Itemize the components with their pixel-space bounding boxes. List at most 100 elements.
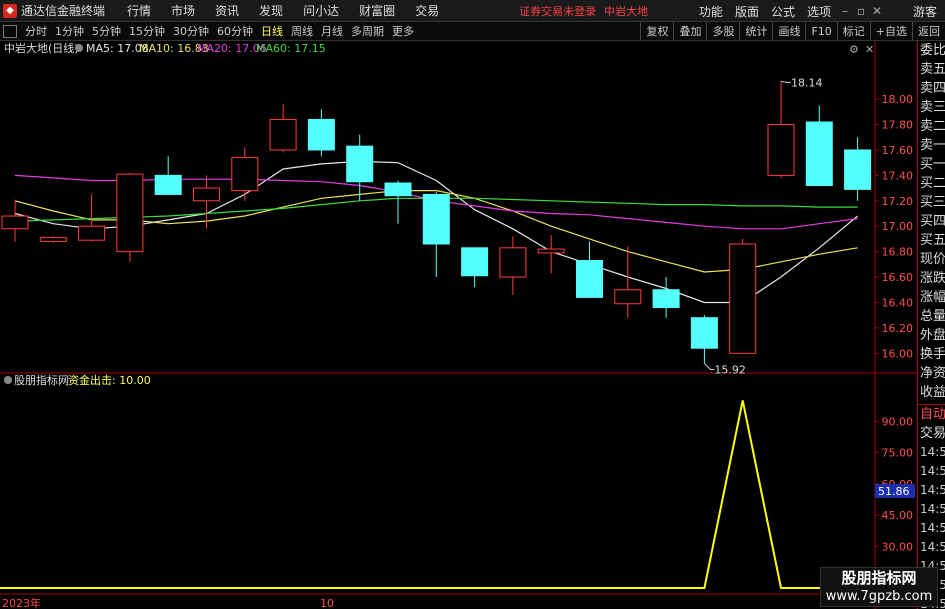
right-menu-item[interactable]: 公式: [765, 3, 801, 20]
candle-up: [116, 173, 144, 253]
annotation-label: 15.92: [714, 363, 746, 376]
right-menu-item[interactable]: 功能: [693, 3, 729, 20]
price-tick-label: 17.00: [882, 220, 914, 233]
price-axis: 16.00 16.20 16.40 16.60 16.80 17.00 17.20 17.40…: [875, 93, 913, 360]
toolbar-button[interactable]: 画线: [772, 22, 805, 41]
price-tick-label: 16.40: [882, 296, 914, 309]
menu-item[interactable]: 资讯: [205, 0, 249, 22]
sub-dropdown-icon[interactable]: [4, 376, 12, 384]
candle-down: [805, 121, 833, 187]
quote-item-label: 净资: [920, 366, 945, 381]
period-tab[interactable]: 5分钟: [88, 22, 125, 41]
main-menu: 行情 市场 资讯 发现 问小达 财富圈 交易: [117, 0, 449, 22]
toolbar-button[interactable]: 叠加: [673, 22, 706, 41]
quote-item-label: 委比: [920, 43, 945, 58]
period-tab[interactable]: 多周期: [347, 22, 388, 41]
quote-item-label: 涨幅: [920, 290, 945, 305]
candle-up: [269, 118, 297, 151]
period-tab[interactable]: 日线: [257, 22, 287, 41]
restore-icon[interactable]: ▫: [853, 4, 869, 18]
right-menu: 功能 版面 公式 选项 – ▫ ✕ 游客: [693, 0, 945, 22]
sub-legend: 股朋指标网 资金出击: 10.00: [4, 373, 151, 387]
quote-item-label: 现价: [920, 252, 945, 267]
quote-item-label: 换手: [920, 347, 945, 362]
quote-item-label: 卖五: [920, 62, 945, 77]
toolbar-button[interactable]: 多股: [706, 22, 739, 41]
candle-up: [537, 248, 565, 254]
price-tick-label: 16.80: [882, 246, 914, 259]
quote-item-label: 买三: [920, 195, 945, 210]
menu-item[interactable]: 问小达: [293, 0, 349, 22]
quote-items: 委比 卖五 卖四 卖三 卖二 卖一 买一 买二 买三 买四 买五 现价 涨跌 涨幅 总量 外盘 换手 净资 收益: [918, 41, 945, 402]
kline-chart[interactable]: 16.00 16.20 16.40 16.60 16.80 17.00 17.20 17.40…: [0, 41, 917, 609]
quote-item-label: 外盘: [920, 328, 945, 343]
indicator-line-zjcj: [0, 400, 858, 589]
candle-down: [461, 247, 489, 277]
candle-up: [78, 225, 106, 241]
right-menu-item[interactable]: 版面: [729, 3, 765, 20]
app-title: 通达信金融终端: [21, 4, 106, 18]
period-tab[interactable]: 分时: [21, 22, 51, 41]
indicator-lines: [0, 400, 858, 589]
indicator-value: 资金出击: 10.00: [68, 373, 151, 387]
indicator-tick-label: 45.00: [882, 509, 914, 522]
quote-item-label: 卖一: [920, 138, 945, 153]
main-settings-icon[interactable]: ⚙: [849, 43, 859, 56]
candle-down: [844, 149, 872, 190]
period-tab[interactable]: 15分钟: [125, 22, 169, 41]
annotation-leader: [780, 80, 791, 83]
toolbar-button[interactable]: 复权: [640, 22, 673, 41]
minimize-icon[interactable]: –: [837, 4, 853, 18]
period-tab[interactable]: 30分钟: [169, 22, 213, 41]
login-notice[interactable]: 证券交易未登录: [519, 3, 596, 19]
menu-bar: ◆ 通达信金融终端 行情 市场 资讯 发现 问小达 财富圈 交易 证券交易未登录 中岩大地 …: [0, 0, 945, 22]
quote-item-label: 收益: [920, 385, 945, 400]
period-tab[interactable]: 1分钟: [51, 22, 88, 41]
right-menu-list: 功能 版面 公式 选项: [693, 3, 837, 20]
candle-down: [690, 317, 718, 349]
annotation-label: 18.14: [791, 76, 823, 89]
toolbar-button[interactable]: 统计: [739, 22, 772, 41]
legend-dropdown-icon[interactable]: [75, 44, 83, 52]
guest-user[interactable]: 游客: [913, 3, 937, 20]
x-label-year: 2023年: [2, 596, 41, 609]
auto-trade-label[interactable]: 自动: [918, 405, 945, 424]
indicator-tick-label: 90.00: [882, 415, 914, 428]
period-tab[interactable]: 月线: [317, 22, 347, 41]
auto-trade-label[interactable]: 交易: [918, 424, 945, 443]
menu-item[interactable]: 行情: [117, 0, 161, 22]
period-tab[interactable]: 更多: [388, 22, 418, 41]
quote-item-label: 卖四: [920, 81, 945, 96]
main-legend: 中岩大地(日线) MA5: 17.08 MA10: 16.83 MA20: 17…: [4, 41, 874, 56]
indicator-name: 股朋指标网: [14, 373, 69, 387]
indicator-tick-label: 30.00: [882, 540, 914, 553]
menu-item[interactable]: 市场: [161, 0, 205, 22]
toolbar-button[interactable]: +自选: [869, 22, 912, 41]
toolbar-button[interactable]: F10: [805, 22, 836, 41]
close-icon[interactable]: ✕: [869, 4, 885, 18]
auto-trade-items: 自动 交易: [918, 405, 945, 443]
indicator-tick-label: 75.00: [882, 447, 914, 460]
period-tab[interactable]: 60分钟: [213, 22, 257, 41]
quote-item-label: 总量: [920, 309, 945, 324]
toolbar-button[interactable]: 标记: [836, 22, 870, 41]
menu-item[interactable]: 发现: [249, 0, 293, 22]
price-tick-label: 17.20: [882, 195, 914, 208]
menu-item[interactable]: 交易: [405, 0, 449, 22]
candle-up: [39, 237, 67, 242]
main-close-icon[interactable]: ✕: [865, 43, 874, 56]
right-menu-item[interactable]: 选项: [801, 3, 837, 20]
tick-time: 14:56: [920, 521, 945, 535]
price-tick-label: 18.00: [882, 93, 914, 106]
toolbar-button[interactable]: 返回: [912, 22, 945, 41]
quote-item-label: 卖二: [920, 119, 945, 134]
stock-period-label: 中岩大地(日线): [4, 41, 79, 55]
quote-item-label: 卖三: [920, 100, 945, 115]
notice-stock-name[interactable]: 中岩大地: [604, 3, 648, 19]
period-tab[interactable]: 周线: [287, 22, 317, 41]
candle-down: [307, 118, 335, 151]
menu-item[interactable]: 财富圈: [349, 0, 405, 22]
sidebar-toggle-icon[interactable]: [3, 24, 17, 38]
candle-up: [767, 124, 795, 176]
candle-up: [729, 243, 757, 354]
